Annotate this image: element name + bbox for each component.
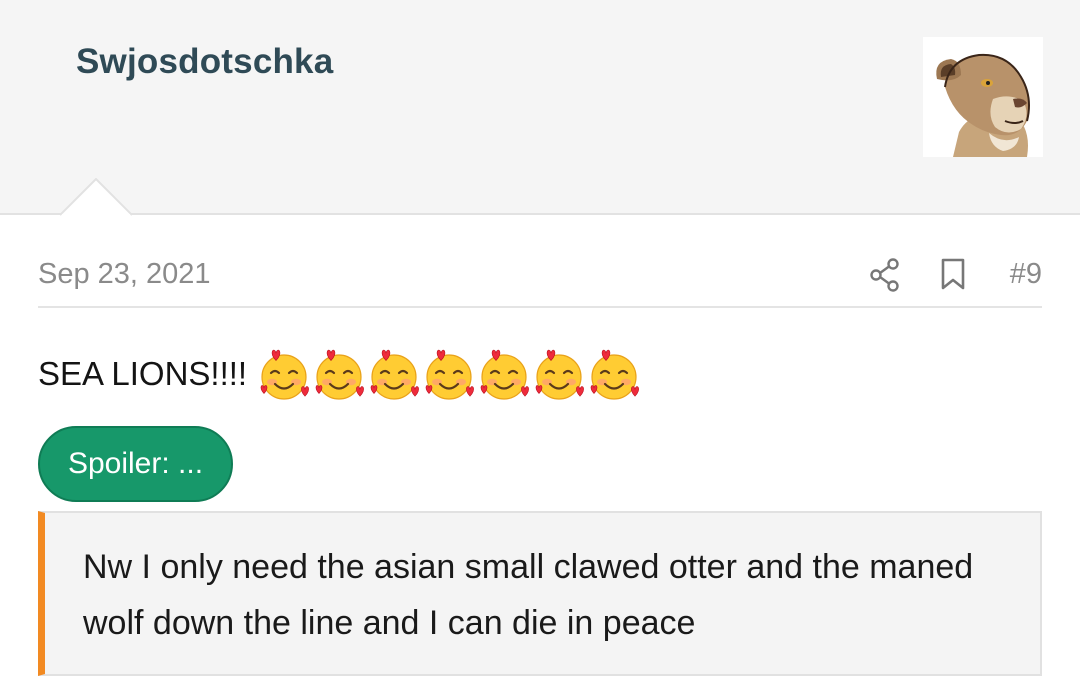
smiling-face-with-hearts-icon [421, 344, 477, 404]
lioness-avatar-icon [923, 37, 1043, 157]
smiling-face-with-hearts-icon [531, 344, 587, 404]
header-pointer-arrow [60, 178, 132, 216]
post-date[interactable]: Sep 23, 2021 [38, 258, 211, 291]
post-header: Swjosdotschka [0, 0, 1080, 215]
user-avatar[interactable] [923, 37, 1043, 157]
quote-text: Nw I only need the asian small clawed ot… [83, 548, 974, 642]
post-meta-row: Sep 23, 2021 #9 [38, 250, 1042, 308]
spoiler-button[interactable]: Spoiler: ... [38, 426, 233, 502]
smiling-face-with-hearts-icon [366, 344, 422, 404]
smiling-face-with-hearts-icon [256, 344, 312, 404]
bookmark-icon[interactable] [940, 258, 966, 290]
message-text: SEA LIONS!!!! [38, 355, 248, 392]
post-number-link[interactable]: #9 [1010, 258, 1042, 291]
post-message: SEA LIONS!!!! [38, 342, 642, 406]
share-icon[interactable] [870, 258, 900, 292]
smiling-face-with-hearts-icon [586, 344, 642, 404]
emoji-row [257, 344, 642, 404]
smiling-face-with-hearts-icon [311, 344, 367, 404]
username-link[interactable]: Swjosdotschka [76, 42, 333, 82]
quote-block: Nw I only need the asian small clawed ot… [38, 511, 1042, 676]
smiling-face-with-hearts-icon [476, 344, 532, 404]
